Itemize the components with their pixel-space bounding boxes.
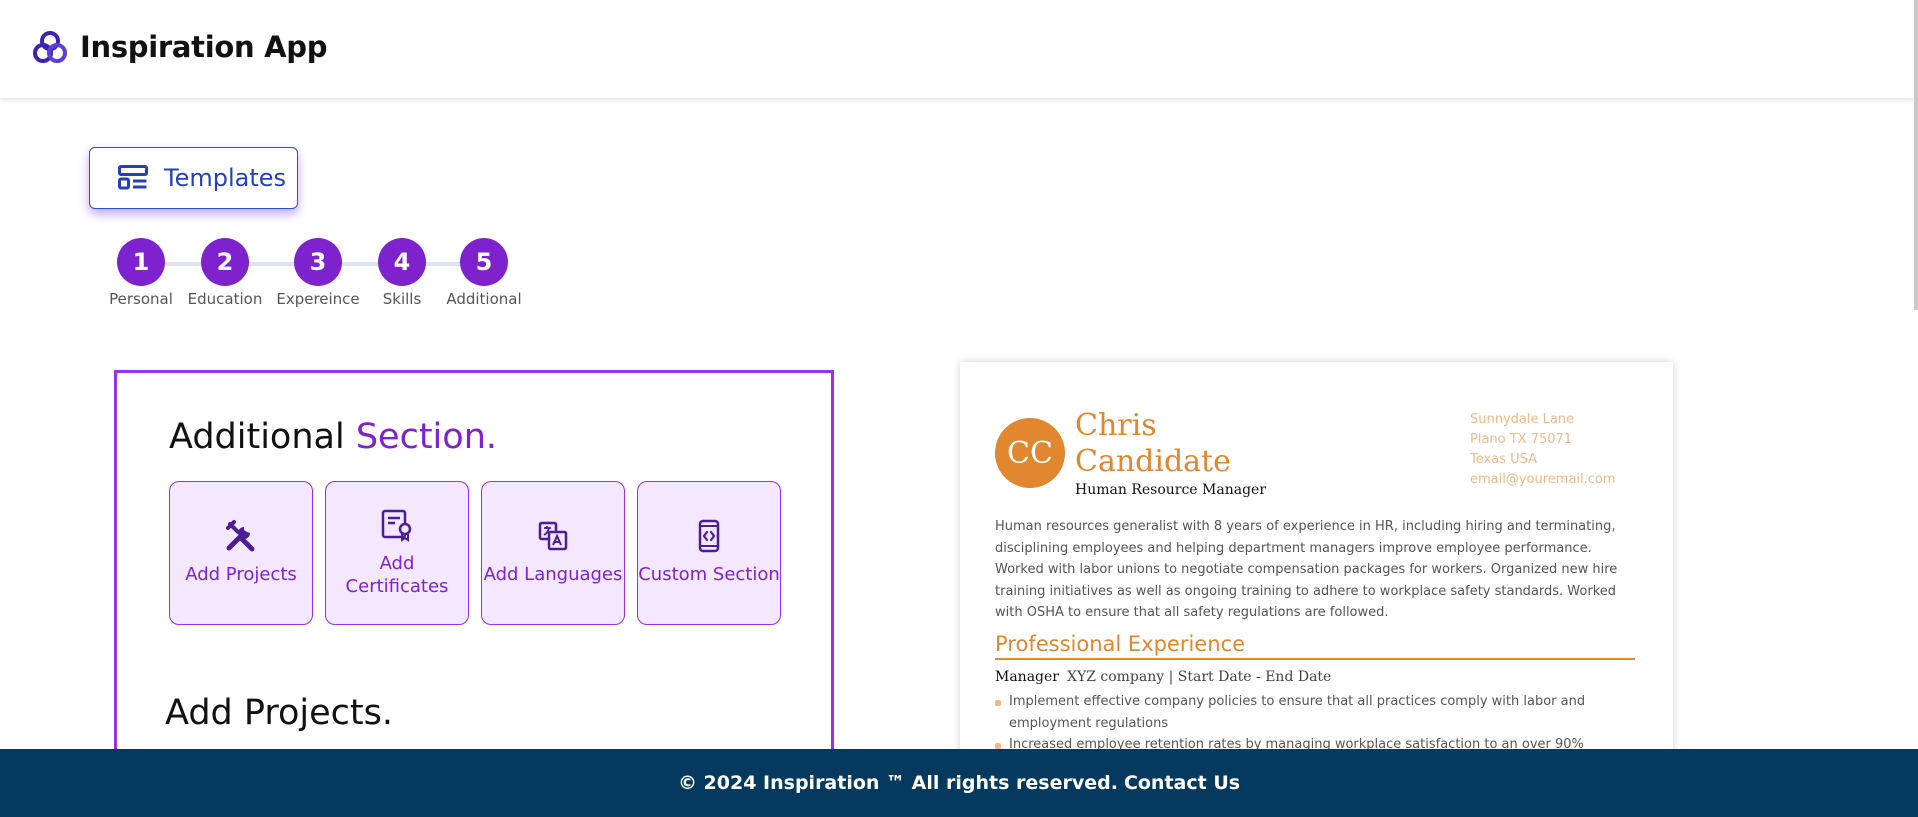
card-label: Add Certificates [345, 552, 449, 597]
step-label: Skills [382, 290, 422, 308]
app-header: Inspiration App [0, 0, 1918, 98]
add-projects-title: Add Projects. [165, 693, 393, 733]
contact-info: Sunnydale Lane Plano TX 75071 Texas USA … [1470, 410, 1616, 490]
app-title[interactable]: Inspiration App [80, 30, 328, 64]
job-title: Human Resource Manager [1075, 482, 1267, 498]
section-title: Additional Section. [169, 417, 497, 457]
contact-email: email@youremail.com [1470, 472, 1616, 487]
step-number[interactable]: 5 [460, 238, 508, 286]
layout-template-icon [118, 165, 148, 190]
experience-company: XYZ company | Start Date - End Date [1066, 669, 1332, 685]
contact-us-link[interactable]: Contact Us [1124, 772, 1240, 794]
trefoil-logo-icon[interactable] [32, 30, 68, 66]
card-label: Add Languages [483, 564, 623, 586]
experience-entry-header: Manager XYZ company | Start Date - End Da… [995, 669, 1331, 685]
tools-icon [226, 520, 255, 552]
step-label: Additional [446, 290, 522, 308]
section-title-main: Additional [169, 417, 345, 457]
step-number[interactable]: 4 [378, 238, 426, 286]
custom-section-card[interactable]: Custom Section [637, 481, 781, 625]
step-label: Expereince [276, 290, 360, 308]
card-label: Add Projects [185, 564, 297, 586]
avatar: CC [995, 418, 1065, 488]
experience-bullet: Implement effective company policies to … [995, 691, 1635, 734]
contact-city: Plano TX 75071 [1470, 432, 1573, 447]
resume-preview[interactable]: CC Chris Candidate Human Resource Manage… [960, 362, 1673, 782]
page-scrollbar[interactable] [1914, 0, 1918, 310]
step-number[interactable]: 3 [294, 238, 342, 286]
templates-button[interactable]: Templates [89, 147, 298, 209]
candidate-name: Chris Candidate [1075, 408, 1275, 480]
additional-section-panel: Additional Section. Add Projects Add Cer… [114, 370, 834, 770]
footer: © 2024 Inspiration ™ All rights reserved… [0, 749, 1918, 817]
code-phone-icon [698, 520, 720, 553]
first-name: Chris [1075, 408, 1157, 443]
progress-stepper: 1 Personal 2 Education 3 Expereince 4 Sk… [109, 238, 530, 308]
last-name: Candidate [1075, 444, 1231, 479]
card-label: Custom Section [638, 564, 780, 586]
resume-summary: Human resources generalist with 8 years … [995, 519, 1618, 620]
contact-country: Texas USA [1470, 452, 1537, 467]
add-projects-card[interactable]: Add Projects [169, 481, 313, 625]
experience-role: Manager [995, 669, 1059, 685]
translate-icon [538, 522, 568, 551]
add-certificates-card[interactable]: Add Certificates [325, 481, 469, 625]
contact-street: Sunnydale Lane [1470, 412, 1575, 427]
experience-heading: Professional Experience [995, 632, 1635, 660]
step-number[interactable]: 2 [201, 238, 249, 286]
certificate-icon [381, 509, 412, 542]
step-number[interactable]: 1 [117, 238, 165, 286]
section-cards: Add Projects Add Certificates Add Langua… [169, 481, 781, 625]
add-languages-card[interactable]: Add Languages [481, 481, 625, 625]
step-label: Personal [109, 290, 173, 308]
footer-copyright: © 2024 Inspiration ™ All rights reserved… [677, 772, 1118, 794]
section-title-accent: Section. [355, 417, 498, 457]
step-label: Education [187, 290, 263, 308]
templates-label: Templates [164, 164, 287, 192]
